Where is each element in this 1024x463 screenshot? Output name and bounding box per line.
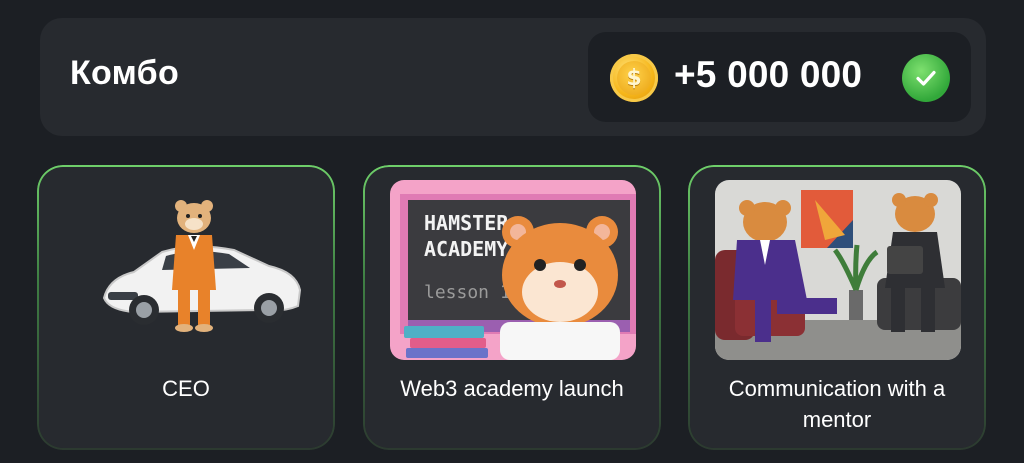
reward-amount: +5 000 000 bbox=[674, 54, 863, 95]
board-line-1: HAMSTER bbox=[424, 211, 509, 235]
card-label: CEO bbox=[162, 376, 210, 401]
combo-reward: $ +5 000 000 bbox=[588, 32, 971, 122]
card-label: Web3 academy launch bbox=[400, 376, 624, 401]
combo-bar: Комбо $ +5 000 000 bbox=[40, 18, 986, 136]
ceo-image bbox=[64, 180, 310, 360]
combo-card-ceo[interactable]: CEO bbox=[37, 165, 335, 450]
combo-card-web3-academy[interactable]: HAMSTER ACADEMY lesson 1 Web3 academy la… bbox=[363, 165, 661, 450]
board-line-2: ACADEMY bbox=[424, 237, 508, 261]
check-icon bbox=[902, 54, 950, 102]
board-line-3: lesson 1 bbox=[424, 282, 511, 303]
coin-symbol: $ bbox=[617, 61, 651, 95]
academy-image: HAMSTER ACADEMY lesson 1 bbox=[390, 180, 636, 360]
coin-icon: $ bbox=[610, 54, 658, 102]
card-label: Communication with a mentor bbox=[728, 376, 946, 432]
mentor-image bbox=[715, 180, 961, 360]
combo-title: Комбо bbox=[70, 54, 180, 92]
combo-card-mentor[interactable]: Communication with a mentor bbox=[688, 165, 986, 450]
